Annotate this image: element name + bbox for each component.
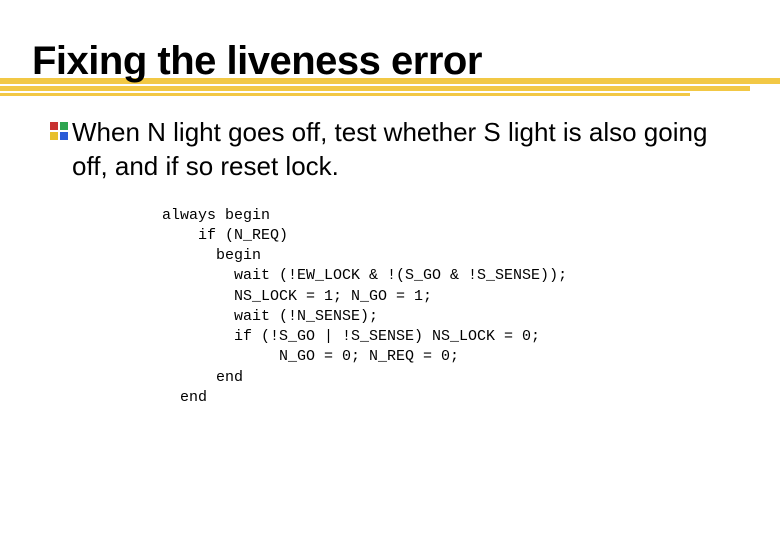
underline-stripe-2 — [0, 86, 750, 91]
underline-stripe-3 — [0, 93, 690, 96]
code-block: always begin if (N_REQ) begin wait (!EW_… — [162, 206, 748, 409]
slide-container: Fixing the liveness error When N light g… — [0, 0, 780, 540]
bullet-icon — [50, 122, 68, 140]
bullet-row: When N light goes off, test whether S li… — [50, 116, 748, 184]
slide-title: Fixing the liveness error — [32, 40, 748, 82]
bullet-text: When N light goes off, test whether S li… — [72, 116, 748, 184]
title-block: Fixing the liveness error — [32, 40, 748, 82]
